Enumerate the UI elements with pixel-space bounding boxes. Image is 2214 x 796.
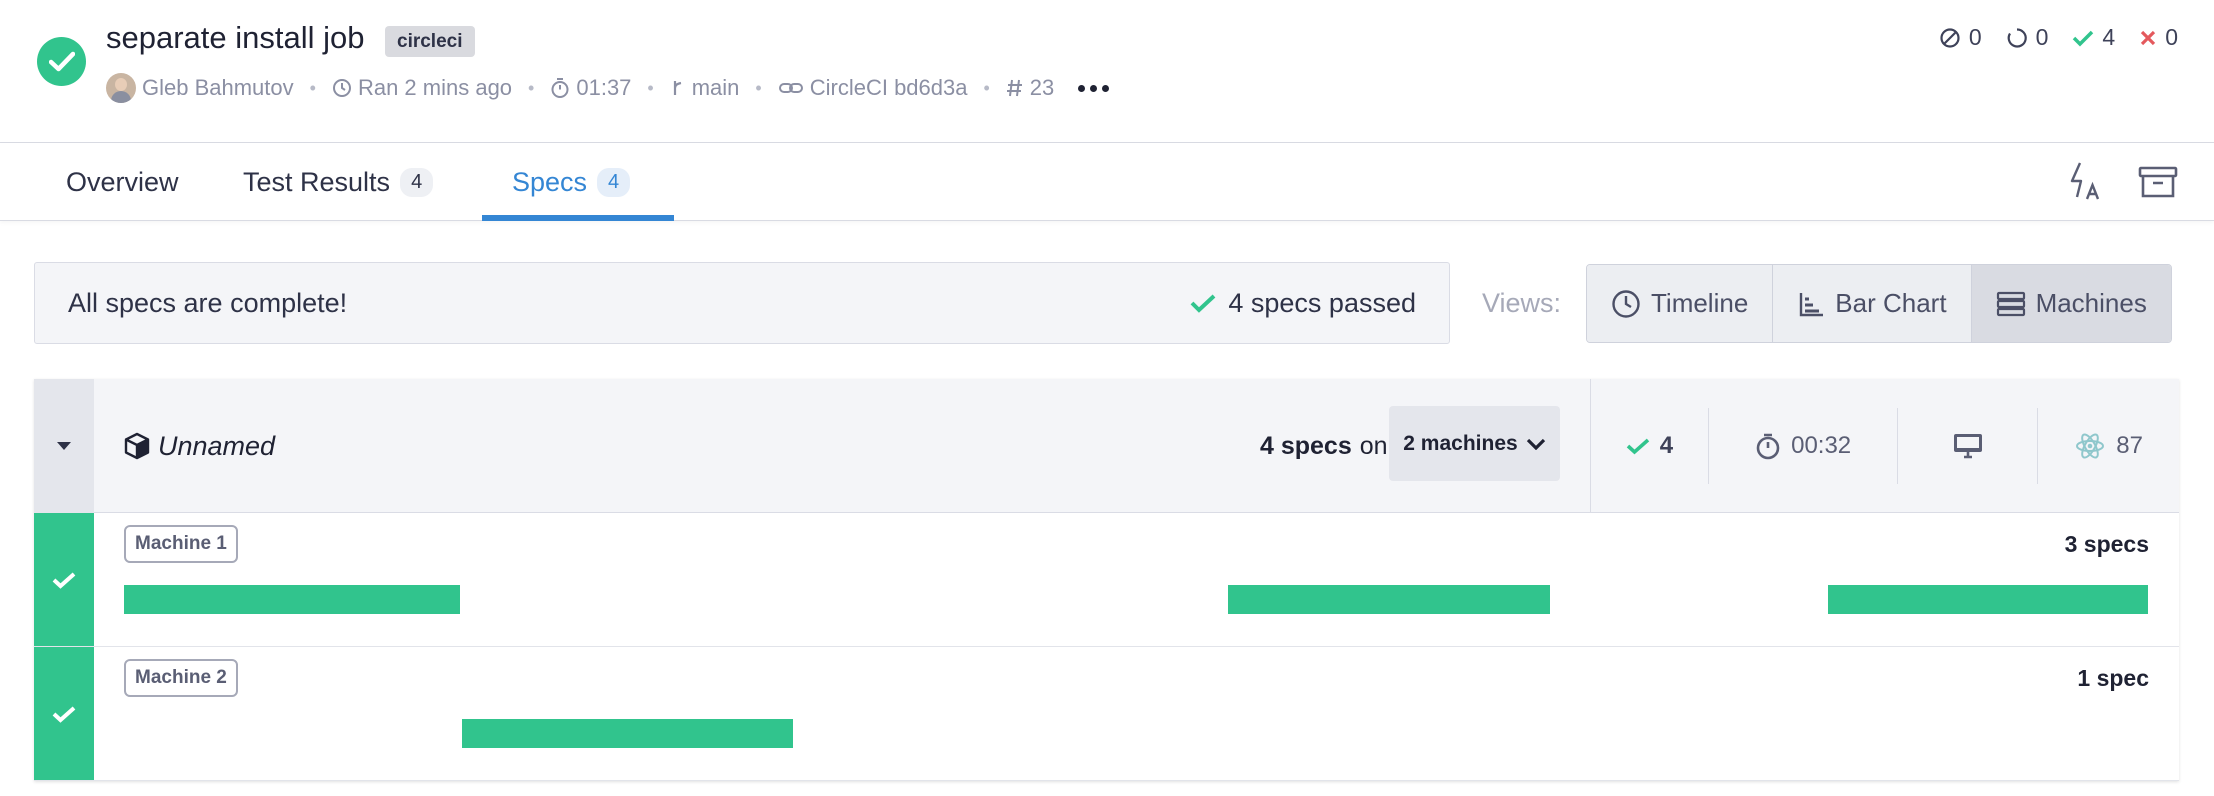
chevron-down-icon — [1526, 438, 1545, 450]
run-header: separate install job circleci Gleb Bahmu… — [0, 0, 2214, 143]
pending-icon — [2007, 27, 2027, 48]
specs-passed: 4 specs passed — [1190, 263, 1416, 343]
spec-timeline-bar[interactable] — [462, 719, 793, 748]
branch-icon — [673, 81, 681, 95]
pending-count: 0 — [2006, 24, 2048, 51]
server-icon — [1996, 291, 2025, 316]
views-label: Views: — [1482, 288, 1562, 318]
os-platform — [1898, 408, 2039, 484]
passed-count: 4 — [2072, 24, 2115, 51]
skipped-icon — [1940, 27, 1960, 48]
machine-passed-status — [34, 513, 94, 646]
run-number: 23 — [1006, 75, 1054, 101]
spec-group: Unnamed 4 specs on 2 machines 4 00:32 87… — [34, 379, 2179, 781]
spec-timeline-bar[interactable] — [124, 585, 460, 614]
group-spec-count: 4 specs on — [1260, 431, 1388, 460]
group-stats: 4 00:32 87 — [1590, 379, 2179, 513]
stopwatch-icon — [551, 78, 569, 98]
tab-test-results[interactable]: Test Results 4 — [243, 143, 434, 221]
separator: • — [983, 77, 990, 98]
tab-actions — [2068, 143, 2178, 221]
hash-icon — [1006, 79, 1022, 97]
caret-down-icon — [57, 442, 71, 450]
separator: • — [647, 77, 654, 98]
link-icon — [778, 83, 803, 93]
ci-tag[interactable]: circleci — [385, 26, 475, 57]
branch[interactable]: main — [670, 75, 739, 101]
ran-time: Ran 2 mins ago — [332, 75, 512, 101]
avatar — [106, 73, 136, 103]
tab-specs[interactable]: Specs 4 — [512, 143, 631, 221]
separator: • — [309, 77, 316, 98]
completion-message: All specs are complete! — [68, 288, 348, 318]
group-name: Unnamed — [124, 379, 275, 513]
commit[interactable]: CircleCI bd6d3a — [778, 75, 967, 101]
machine-label: Machine 2 — [124, 659, 238, 697]
group-duration: 00:32 — [1709, 408, 1899, 484]
tab-badge: 4 — [400, 167, 434, 197]
completion-banner: All specs are complete! 4 specs passed — [34, 262, 1450, 344]
tab-badge: 4 — [597, 167, 631, 197]
check-icon — [1626, 438, 1649, 455]
flaky-icon[interactable] — [2068, 161, 2102, 203]
author-name: Gleb Bahmutov — [142, 75, 294, 100]
x-icon — [2141, 30, 2156, 45]
group-header: Unnamed 4 specs on 2 machines 4 00:32 87 — [34, 379, 2179, 513]
archive-icon[interactable] — [2138, 165, 2178, 199]
more-options-button[interactable] — [1078, 84, 1110, 92]
separator: • — [755, 77, 762, 98]
browser-version: 87 — [2038, 408, 2179, 484]
tab-overview[interactable]: Overview — [66, 143, 179, 221]
machine-row-2[interactable]: Machine 2 1 spec — [34, 647, 2179, 781]
skipped-count: 0 — [1939, 24, 1982, 51]
active-tab-indicator — [482, 215, 674, 221]
clock-icon — [1612, 289, 1640, 318]
view-timeline-button[interactable]: Timeline — [1587, 265, 1774, 342]
view-bar-chart-button[interactable]: Bar Chart — [1773, 265, 1972, 342]
test-counts: 0 0 4 0 — [1939, 24, 2178, 51]
run-duration: 01:37 — [550, 75, 631, 101]
check-icon — [52, 572, 76, 589]
spec-timeline-bar[interactable] — [1828, 585, 2148, 614]
stopwatch-icon — [1756, 433, 1780, 460]
view-switcher: Timeline Bar Chart Machines — [1586, 264, 2172, 343]
machine-spec-count: 1 spec — [2077, 665, 2149, 691]
check-icon — [2073, 30, 2094, 46]
check-icon — [1190, 294, 1216, 313]
machine-label: Machine 1 — [124, 525, 238, 563]
author[interactable]: Gleb Bahmutov — [106, 73, 294, 103]
collapse-toggle[interactable] — [34, 379, 94, 513]
group-passed: 4 — [1591, 408, 1709, 484]
bar-chart-icon — [1800, 292, 1824, 316]
clock-icon — [332, 79, 351, 97]
cube-icon — [124, 432, 150, 460]
machine-passed-status — [34, 647, 94, 780]
check-icon — [52, 706, 76, 723]
run-meta: Gleb Bahmutov • Ran 2 mins ago • 01:37 •… — [106, 70, 1110, 106]
run-title: separate install job — [106, 20, 365, 55]
failed-count: 0 — [2139, 24, 2178, 51]
view-machines-button[interactable]: Machines — [1971, 265, 2171, 342]
machines-dropdown[interactable]: 2 machines — [1389, 406, 1560, 481]
machine-spec-count: 3 specs — [2064, 531, 2149, 557]
separator: • — [528, 77, 535, 98]
machine-row-1[interactable]: Machine 1 3 specs — [34, 513, 2179, 647]
electron-icon — [2076, 433, 2105, 459]
spec-timeline-bar[interactable] — [1228, 585, 1550, 614]
passed-status-icon — [37, 37, 86, 86]
run-tabs: Overview Test Results 4 Specs 4 — [0, 143, 2214, 221]
desktop-icon — [1953, 434, 1982, 459]
